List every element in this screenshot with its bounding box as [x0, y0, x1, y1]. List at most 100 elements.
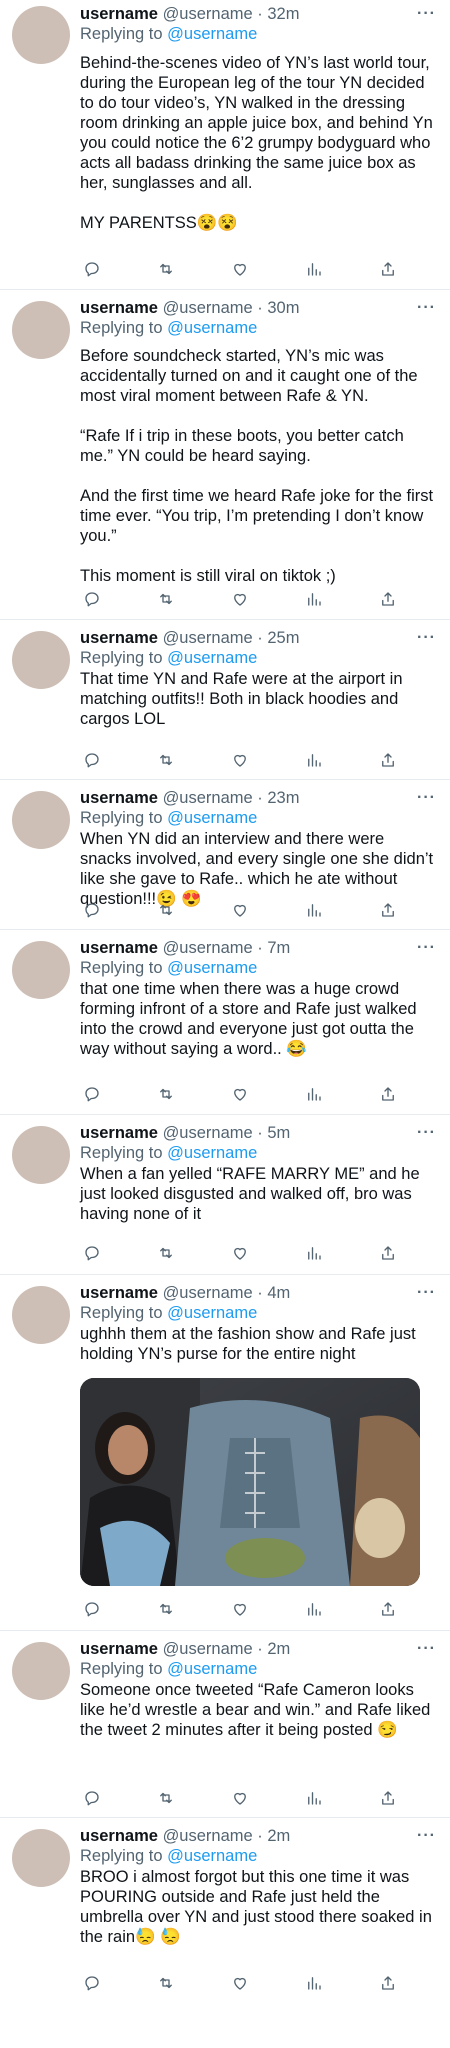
- username[interactable]: username: [80, 1827, 158, 1845]
- replying-to-handle[interactable]: @username: [167, 1660, 257, 1678]
- reply-bubble-icon[interactable]: [80, 1083, 104, 1105]
- tweet[interactable]: ··· username @username · 25m Replying to…: [0, 620, 450, 780]
- more-horizontal-icon[interactable]: ···: [417, 1641, 436, 1657]
- heart-icon[interactable]: [228, 258, 252, 280]
- timestamp[interactable]: 30m: [267, 299, 299, 317]
- heart-icon[interactable]: [228, 1598, 252, 1620]
- username[interactable]: username: [80, 629, 158, 647]
- retweet-icon[interactable]: [154, 1083, 178, 1105]
- heart-icon[interactable]: [228, 749, 252, 771]
- more-horizontal-icon[interactable]: ···: [417, 300, 436, 316]
- share-upload-icon[interactable]: [376, 258, 400, 280]
- user-handle[interactable]: @username: [163, 299, 253, 317]
- retweet-icon[interactable]: [154, 1787, 178, 1809]
- timestamp[interactable]: 2m: [267, 1640, 290, 1658]
- reply-bubble-icon[interactable]: [80, 1787, 104, 1809]
- timestamp[interactable]: 2m: [267, 1827, 290, 1845]
- retweet-icon[interactable]: [154, 1598, 178, 1620]
- replying-to-handle[interactable]: @username: [167, 1847, 257, 1865]
- replying-to-handle[interactable]: @username: [167, 959, 257, 977]
- heart-icon[interactable]: [228, 899, 252, 921]
- tweet[interactable]: ··· username @username · 32m Replying to…: [0, 0, 450, 290]
- retweet-icon[interactable]: [154, 749, 178, 771]
- replying-to-handle[interactable]: @username: [167, 25, 257, 43]
- bar-chart-icon[interactable]: [302, 899, 326, 921]
- share-upload-icon[interactable]: [376, 1787, 400, 1809]
- timestamp[interactable]: 7m: [267, 939, 290, 957]
- reply-bubble-icon[interactable]: [80, 1598, 104, 1620]
- user-handle[interactable]: @username: [163, 1284, 253, 1302]
- tweet[interactable]: ··· username @username · 23m Replying to…: [0, 780, 450, 930]
- username[interactable]: username: [80, 1640, 158, 1658]
- reply-bubble-icon[interactable]: [80, 1242, 104, 1264]
- username[interactable]: username: [80, 939, 158, 957]
- avatar[interactable]: [12, 1126, 70, 1184]
- tweet[interactable]: ··· username @username · 30m Replying to…: [0, 290, 450, 620]
- avatar[interactable]: [12, 6, 70, 64]
- avatar[interactable]: [12, 631, 70, 689]
- share-upload-icon[interactable]: [376, 588, 400, 610]
- reply-bubble-icon[interactable]: [80, 588, 104, 610]
- tweet[interactable]: ··· username @username · 7m Replying to …: [0, 930, 450, 1115]
- tweet-photo[interactable]: [80, 1378, 420, 1586]
- tweet[interactable]: ··· username @username · 2m Replying to …: [0, 1818, 450, 1998]
- retweet-icon[interactable]: [154, 588, 178, 610]
- username[interactable]: username: [80, 5, 158, 23]
- replying-to-handle[interactable]: @username: [167, 319, 257, 337]
- more-horizontal-icon[interactable]: ···: [417, 630, 436, 646]
- tweet[interactable]: ··· username @username · 5m Replying to …: [0, 1115, 450, 1275]
- share-upload-icon[interactable]: [376, 1083, 400, 1105]
- bar-chart-icon[interactable]: [302, 588, 326, 610]
- user-handle[interactable]: @username: [163, 1640, 253, 1658]
- replying-to-handle[interactable]: @username: [167, 1304, 257, 1322]
- tweet[interactable]: ··· username @username · 2m Replying to …: [0, 1631, 450, 1818]
- username[interactable]: username: [80, 1124, 158, 1142]
- bar-chart-icon[interactable]: [302, 258, 326, 280]
- bar-chart-icon[interactable]: [302, 749, 326, 771]
- bar-chart-icon[interactable]: [302, 1972, 326, 1994]
- avatar[interactable]: [12, 301, 70, 359]
- timestamp[interactable]: 23m: [267, 789, 299, 807]
- user-handle[interactable]: @username: [163, 939, 253, 957]
- user-handle[interactable]: @username: [163, 1827, 253, 1845]
- user-handle[interactable]: @username: [163, 629, 253, 647]
- username[interactable]: username: [80, 1284, 158, 1302]
- user-handle[interactable]: @username: [163, 1124, 253, 1142]
- avatar[interactable]: [12, 941, 70, 999]
- more-horizontal-icon[interactable]: ···: [417, 940, 436, 956]
- bar-chart-icon[interactable]: [302, 1787, 326, 1809]
- avatar[interactable]: [12, 1829, 70, 1887]
- reply-bubble-icon[interactable]: [80, 1972, 104, 1994]
- more-horizontal-icon[interactable]: ···: [417, 6, 436, 22]
- timestamp[interactable]: 32m: [267, 5, 299, 23]
- replying-to-handle[interactable]: @username: [167, 809, 257, 827]
- timestamp[interactable]: 4m: [267, 1284, 290, 1302]
- share-upload-icon[interactable]: [376, 1972, 400, 1994]
- retweet-icon[interactable]: [154, 258, 178, 280]
- bar-chart-icon[interactable]: [302, 1083, 326, 1105]
- avatar[interactable]: [12, 1642, 70, 1700]
- avatar[interactable]: [12, 1286, 70, 1344]
- timestamp[interactable]: 25m: [267, 629, 299, 647]
- user-handle[interactable]: @username: [163, 789, 253, 807]
- share-upload-icon[interactable]: [376, 1242, 400, 1264]
- username[interactable]: username: [80, 789, 158, 807]
- share-upload-icon[interactable]: [376, 899, 400, 921]
- timestamp[interactable]: 5m: [267, 1124, 290, 1142]
- reply-bubble-icon[interactable]: [80, 749, 104, 771]
- reply-bubble-icon[interactable]: [80, 899, 104, 921]
- share-upload-icon[interactable]: [376, 749, 400, 771]
- retweet-icon[interactable]: [154, 899, 178, 921]
- retweet-icon[interactable]: [154, 1972, 178, 1994]
- replying-to-handle[interactable]: @username: [167, 649, 257, 667]
- reply-bubble-icon[interactable]: [80, 258, 104, 280]
- heart-icon[interactable]: [228, 1083, 252, 1105]
- bar-chart-icon[interactable]: [302, 1242, 326, 1264]
- heart-icon[interactable]: [228, 1242, 252, 1264]
- replying-to-handle[interactable]: @username: [167, 1144, 257, 1162]
- heart-icon[interactable]: [228, 588, 252, 610]
- user-handle[interactable]: @username: [163, 5, 253, 23]
- more-horizontal-icon[interactable]: ···: [417, 1285, 436, 1301]
- retweet-icon[interactable]: [154, 1242, 178, 1264]
- bar-chart-icon[interactable]: [302, 1598, 326, 1620]
